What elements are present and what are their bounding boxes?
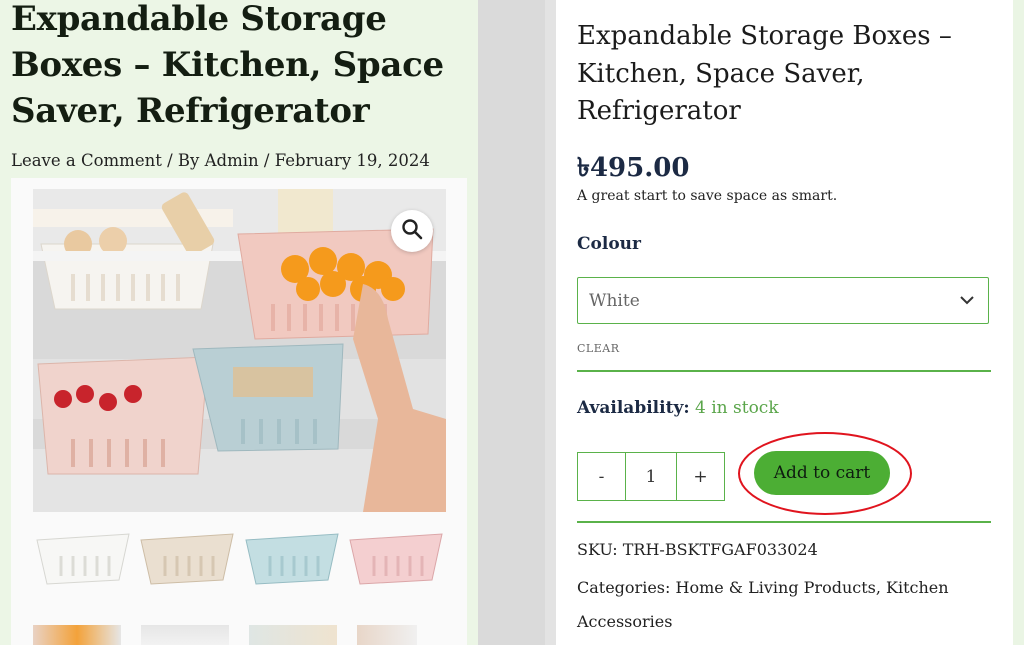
post-panel: Expandable Storage Boxes – Kitchen, Spac… <box>0 0 478 645</box>
post-meta: Leave a Comment / By Admin / February 19… <box>11 151 430 170</box>
divider <box>577 370 991 372</box>
add-to-cart-button[interactable]: Add to cart <box>754 451 890 495</box>
thumbnail-row <box>33 522 446 592</box>
product-categories: Categories: Home & Living Products, Kitc… <box>577 571 957 639</box>
thumbnail-beige-basket[interactable] <box>137 522 238 592</box>
product-title: Expandable Storage Boxes – Kitchen, Spac… <box>577 21 952 126</box>
post-date: February 19, 2024 <box>274 151 430 170</box>
product-price: ৳495.00 <box>577 153 690 183</box>
fridge-storage-photo <box>33 189 446 512</box>
short-description: A great start to save space as smart. <box>577 188 838 204</box>
category-link-home-living[interactable]: Home & Living Products <box>675 578 875 597</box>
author-link[interactable]: Admin <box>205 151 259 170</box>
leave-comment-link[interactable]: Leave a Comment <box>11 151 162 170</box>
thumbnail-item[interactable] <box>33 625 121 645</box>
availability: Availability: 4 in stock <box>577 398 779 418</box>
thumbnail-row-2 <box>33 625 446 645</box>
divider <box>577 521 991 523</box>
availability-label: Availability: <box>577 398 690 418</box>
thumbnail-pink-basket[interactable] <box>345 522 446 592</box>
thumbnail-item[interactable] <box>141 625 229 645</box>
quantity-input[interactable]: 1 <box>626 453 677 500</box>
stock-status: 4 in stock <box>695 398 779 418</box>
category-separator: , <box>875 578 887 597</box>
product-summary: Expandable Storage Boxes – Kitchen, Spac… <box>556 0 1013 645</box>
page-gutter-edge <box>545 0 556 645</box>
thumbnail-white-basket[interactable] <box>33 522 134 592</box>
thumbnail-blue-basket[interactable] <box>241 522 342 592</box>
quantity-decrease-button[interactable]: - <box>578 453 626 500</box>
quantity-increase-button[interactable]: + <box>677 453 724 500</box>
product-sku: SKU: TRH-BSKTFGAF033024 <box>577 540 818 559</box>
thumbnail-item[interactable] <box>357 625 417 645</box>
quantity-stepper: - 1 + <box>577 452 725 501</box>
sku-value: TRH-BSKTFGAF033024 <box>622 540 818 559</box>
categories-label: Categories: <box>577 578 671 597</box>
colour-select-value: White <box>589 290 640 311</box>
meta-separator: / By <box>161 151 205 170</box>
chevron-down-icon <box>958 291 976 314</box>
magnifier-icon <box>401 218 423 244</box>
page-edge <box>1013 0 1024 645</box>
colour-label: Colour <box>577 234 641 254</box>
zoom-button[interactable] <box>391 210 433 252</box>
product-gallery <box>11 178 467 645</box>
clear-variation-link[interactable]: CLEAR <box>577 342 619 355</box>
post-title: Expandable Storage Boxes – Kitchen, Spac… <box>11 0 444 131</box>
sku-label: SKU: <box>577 540 618 559</box>
colour-select[interactable]: White <box>577 277 989 324</box>
main-product-image[interactable] <box>33 189 446 512</box>
thumbnail-item[interactable] <box>249 625 337 645</box>
meta-separator: / <box>258 151 275 170</box>
